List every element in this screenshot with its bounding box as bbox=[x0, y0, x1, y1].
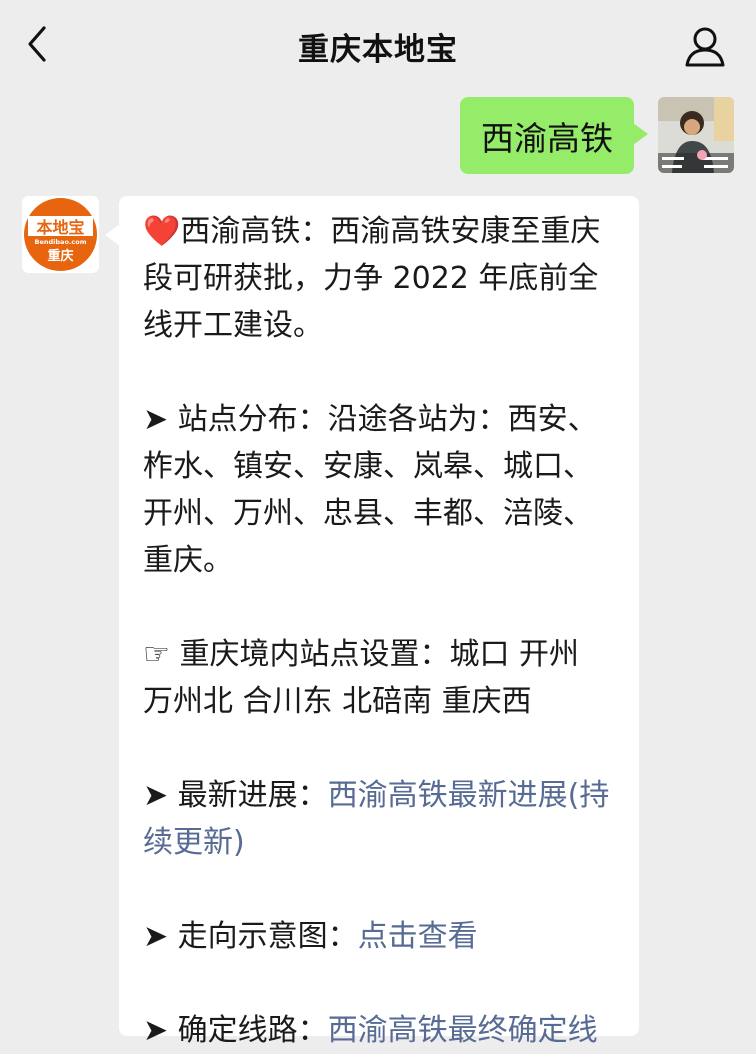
arrow-icon: ➤ bbox=[143, 402, 169, 437]
message-paragraph-6: ➤ 确定线路：西渝高铁最终确定线 bbox=[143, 1007, 615, 1054]
user-icon bbox=[685, 27, 725, 67]
user-avatar[interactable] bbox=[658, 97, 734, 173]
route-map-label: 走向示意图： bbox=[168, 919, 358, 954]
message-paragraph-5: ➤ 走向示意图：点击查看 bbox=[143, 913, 615, 960]
logo-url-text: Bendibao.com bbox=[35, 238, 87, 246]
top-bar: 重庆本地宝 bbox=[0, 0, 756, 90]
page-title: 重庆本地宝 bbox=[298, 32, 458, 68]
arrow-icon: ➤ bbox=[143, 1013, 169, 1048]
paragraph-1-text: 西渝高铁：西渝高铁安康至重庆段可研获批，力争 2022 年底前全线开工建设。 bbox=[143, 214, 601, 343]
latest-progress-label: 最新进展： bbox=[168, 778, 328, 813]
logo-brand-text: 本地宝 bbox=[36, 218, 84, 237]
user-photo bbox=[658, 97, 734, 173]
profile-button[interactable] bbox=[682, 24, 728, 70]
final-route-link[interactable]: 西渝高铁最终确定线 bbox=[328, 1013, 598, 1048]
heart-icon: ❤️ bbox=[143, 214, 181, 249]
arrow-icon: ➤ bbox=[143, 778, 169, 813]
incoming-message-bubble: ❤️西渝高铁：西渝高铁安康至重庆段可研获批，力争 2022 年底前全线开工建设。… bbox=[105, 196, 639, 1048]
route-map-link[interactable]: 点击查看 bbox=[358, 919, 478, 954]
paragraph-3-text: 重庆境内站点设置：城口 开州 万州北 合川东 北碚南 重庆西 bbox=[143, 637, 579, 719]
logo-city-text: 重庆 bbox=[47, 248, 73, 264]
arrow-icon: ➤ bbox=[143, 919, 169, 954]
message-paragraph-2: ➤ 站点分布：沿途各站为：西安、柞水、镇安、安康、岚皋、城口、开州、万州、忠县、… bbox=[143, 396, 615, 584]
outgoing-message-bubble[interactable]: 西渝高铁 bbox=[460, 97, 648, 174]
message-paragraph-4: ➤ 最新进展：西渝高铁最新进展(持续更新) bbox=[143, 772, 615, 866]
bot-avatar[interactable]: 本地宝 Bendibao.com 重庆 bbox=[22, 196, 99, 273]
paragraph-2-text: 站点分布：沿途各站为：西安、柞水、镇安、安康、岚皋、城口、开州、万州、忠县、丰都… bbox=[143, 402, 598, 578]
message-paragraph-1: ❤️西渝高铁：西渝高铁安康至重庆段可研获批，力争 2022 年底前全线开工建设。 bbox=[143, 208, 615, 349]
pointing-hand-icon: ☞ bbox=[143, 637, 170, 672]
bendibao-logo: 本地宝 Bendibao.com 重庆 bbox=[22, 196, 99, 273]
message-paragraph-3: ☞ 重庆境内站点设置：城口 开州 万州北 合川东 北碚南 重庆西 bbox=[143, 631, 615, 725]
final-route-label: 确定线路： bbox=[168, 1013, 328, 1048]
